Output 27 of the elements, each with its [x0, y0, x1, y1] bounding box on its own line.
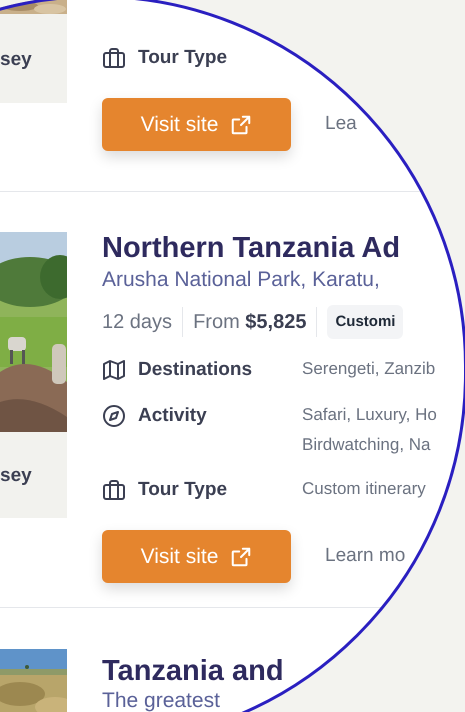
- attribute-value: Safari, Luxury, Ho: [302, 404, 437, 426]
- listing-subtitle: The greatest: [102, 688, 221, 712]
- attribute-label: Destinations: [138, 358, 252, 382]
- suitcase-icon: [102, 46, 126, 70]
- listing-title: Tanzania and: [102, 654, 284, 688]
- attribute-label: Tour Type: [138, 478, 228, 502]
- price: From $5,825: [183, 307, 318, 337]
- map-icon: [102, 358, 126, 382]
- suitcase-icon: [102, 478, 126, 502]
- attribute-label: Activity: [138, 404, 207, 428]
- external-link-icon: [230, 114, 252, 136]
- attribute-value: Birdwatching, Na: [302, 434, 432, 456]
- learn-more-link[interactable]: Learn mo: [325, 542, 406, 571]
- side-label: sey: [0, 48, 32, 72]
- listing-subtitle: Arusha National Park, Karatu,: [102, 267, 381, 293]
- attribute-value: Custom itinerary: [302, 478, 426, 500]
- learn-more-link[interactable]: Lea: [325, 110, 357, 139]
- side-label: sey: [0, 464, 32, 488]
- attribute-value: Serengeti, Zanzib: [302, 358, 436, 380]
- duration: 12 days: [102, 307, 184, 337]
- external-link-icon: [230, 546, 252, 568]
- tour-badge: Customi: [327, 304, 404, 340]
- listing-title: Northern Tanzania Ad: [102, 231, 402, 266]
- visit-site-button[interactable]: Visit site: [102, 98, 291, 151]
- visit-site-button[interactable]: Visit site: [102, 530, 291, 583]
- compass-icon: [102, 404, 126, 428]
- attribute-label: Tour Type: [138, 46, 228, 70]
